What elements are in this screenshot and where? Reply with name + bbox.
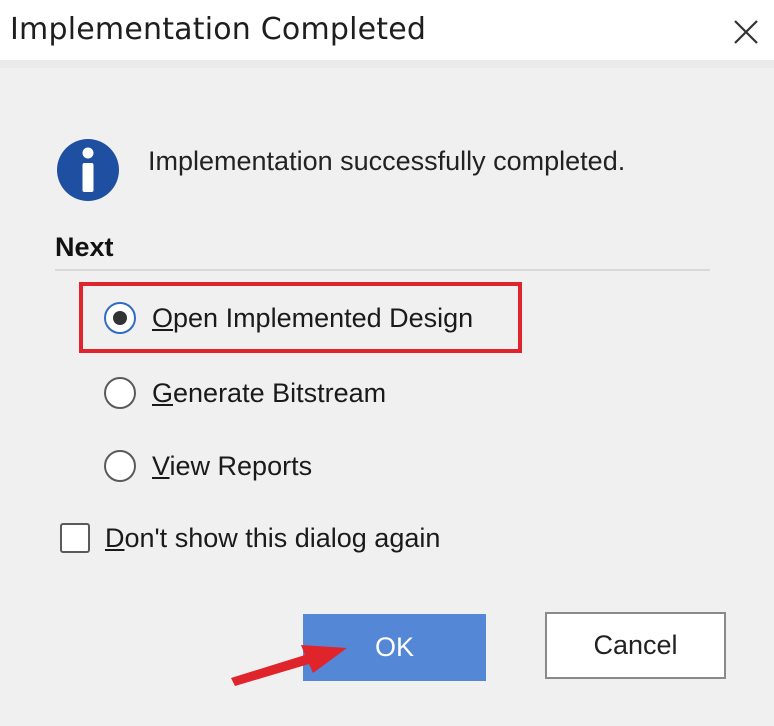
radio-label-generate-bitstream: Generate Bitstream (152, 377, 387, 408)
radio-open-implemented-design[interactable]: Open Implemented Design (104, 298, 473, 338)
radio-label-view-reports: View Reports (152, 450, 313, 481)
radio-label-open-implemented-design: Open Implemented Design (152, 302, 474, 333)
info-icon (57, 139, 119, 201)
dont-show-again-row[interactable]: Don't show this dialog again (60, 518, 440, 558)
dialog-title: Implementation Completed (10, 12, 427, 47)
radio-button-selected[interactable] (104, 302, 136, 334)
cancel-button[interactable]: Cancel (545, 612, 726, 679)
radio-button[interactable] (104, 450, 136, 482)
dont-show-again-label: Don't show this dialog again (105, 522, 441, 553)
dont-show-again-checkbox[interactable] (60, 523, 90, 553)
section-divider (55, 269, 710, 271)
title-separator (0, 60, 774, 68)
close-button[interactable] (724, 10, 768, 54)
next-section-label: Next (55, 232, 114, 262)
implementation-completed-dialog: Implementation Completed Implementation … (0, 0, 774, 726)
radio-view-reports[interactable]: View Reports (104, 446, 312, 486)
radio-generate-bitstream[interactable]: Generate Bitstream (104, 373, 386, 413)
radio-button[interactable] (104, 377, 136, 409)
status-message: Implementation successfully completed. (148, 146, 626, 176)
close-icon (734, 20, 758, 44)
title-bar: Implementation Completed (0, 0, 774, 60)
red-arrow-annotation (231, 645, 347, 686)
